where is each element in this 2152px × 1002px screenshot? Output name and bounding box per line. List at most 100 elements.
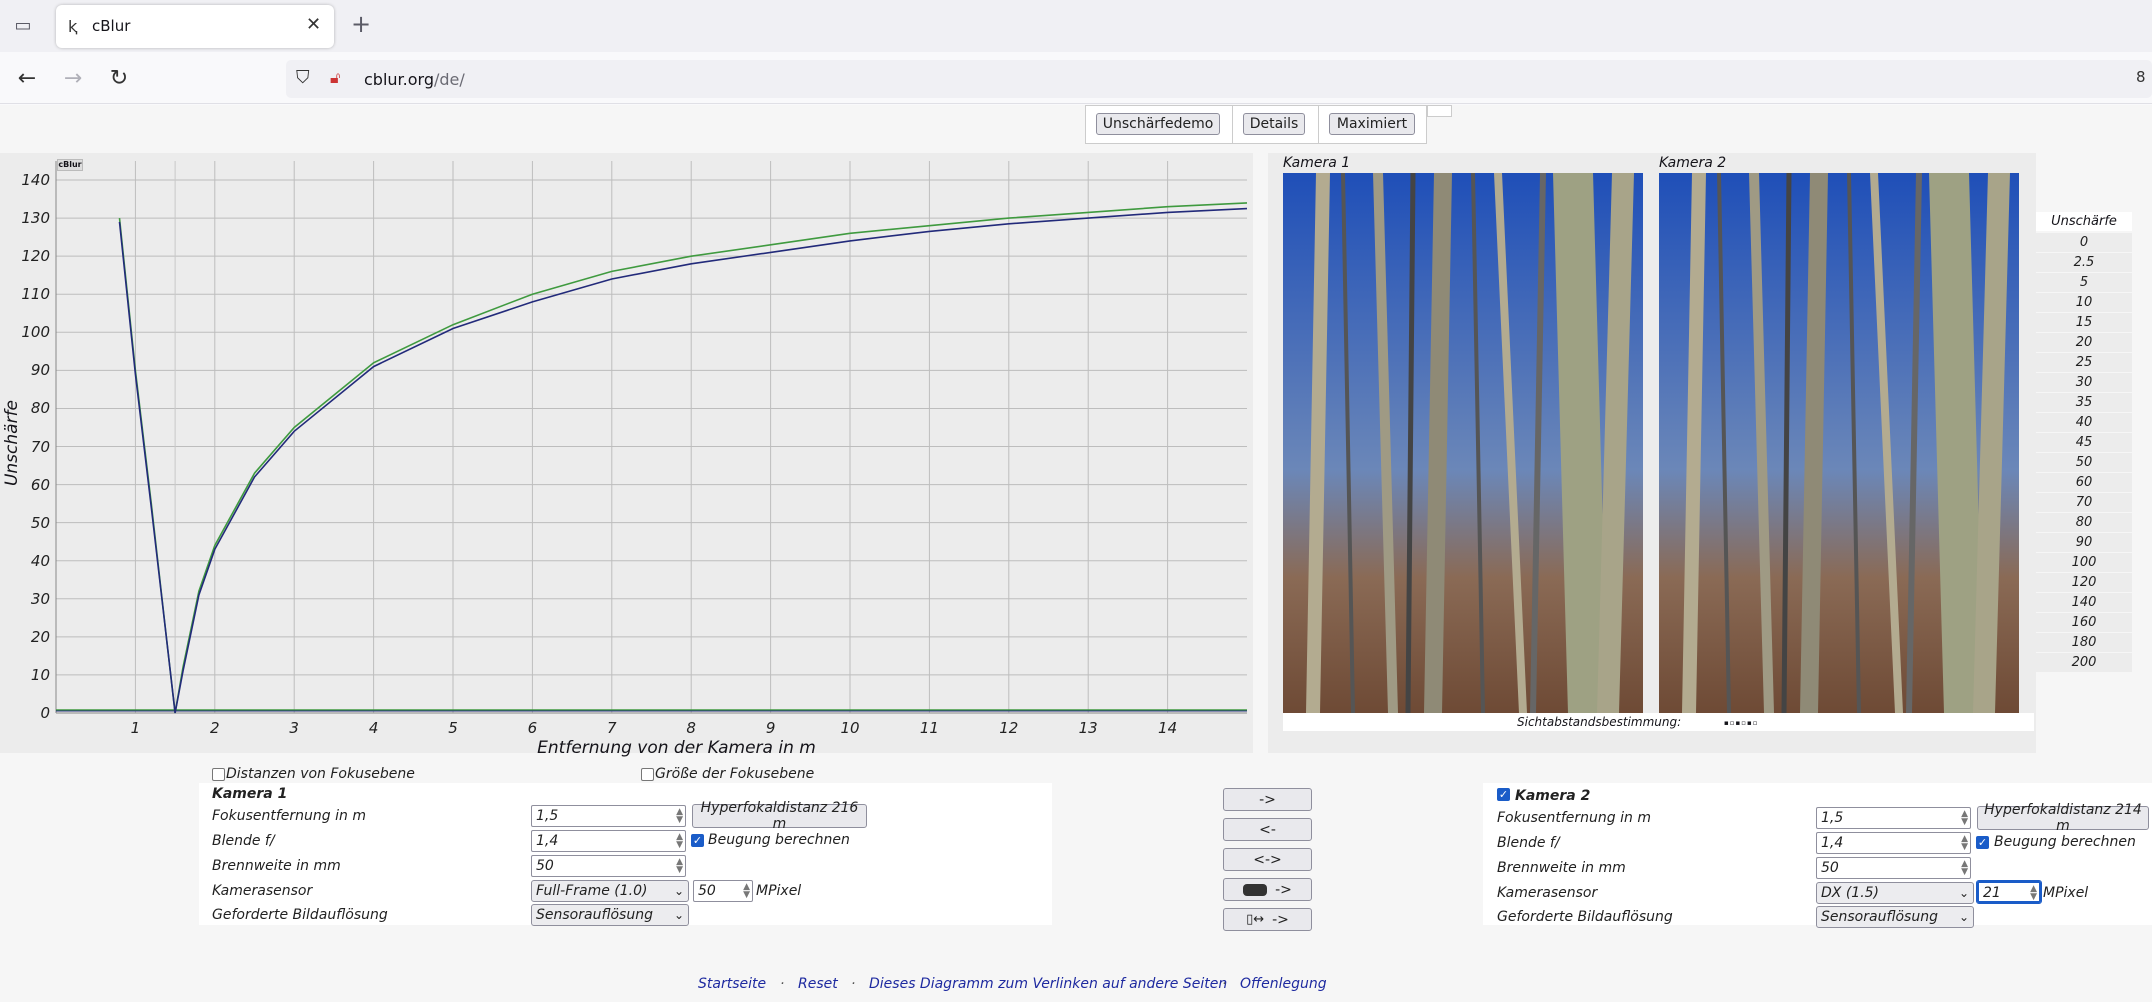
legend-title: Unschärfe [2036, 212, 2132, 231]
k1-aufl-label: Geforderte Bildauflösung [212, 907, 388, 923]
legend-value: 10 [2036, 293, 2132, 312]
legend-value: 15 [2036, 313, 2132, 332]
back-icon[interactable]: ← [12, 63, 42, 93]
legend-value: 20 [2036, 333, 2132, 352]
swap-button[interactable]: <-> [1223, 848, 1312, 871]
k2-blende-input[interactable]: 1,4 ▲ ▼ [1816, 832, 1971, 854]
x-tick-label: 8 [686, 719, 696, 737]
legend-value: 120 [2036, 573, 2132, 592]
url-host: cblur.org [364, 70, 434, 89]
x-axis-label: Entfernung von der Kamera in m [537, 738, 816, 758]
k1-fokus-input[interactable]: 1,5 ▲ ▼ [531, 805, 686, 827]
favicon-icon: ⱪ [68, 17, 78, 36]
unschaerfedemo-button[interactable]: Unschärfedemo [1096, 113, 1220, 135]
legend-value: 30 [2036, 373, 2132, 392]
y-tick-label: 50 [30, 513, 50, 532]
startseite-link[interactable]: Startseite [698, 976, 766, 992]
y-tick-label: 10 [30, 665, 50, 684]
distanzen-checkbox[interactable] [212, 768, 225, 781]
k2-brenn-input[interactable]: 50 ▲ ▼ [1816, 857, 1971, 879]
k2-sensor-select[interactable]: DX (1.5) ⌄ [1816, 882, 1974, 904]
camera2-image-title: Kamera 2 [1659, 155, 1727, 171]
reset-link[interactable]: Reset [798, 976, 838, 992]
legend-value: 140 [2036, 593, 2132, 612]
x-tick-label: 10 [840, 719, 860, 737]
k2-aufl-select[interactable]: Sensorauflösung ⌄ [1816, 906, 1974, 928]
offenlegung-link[interactable]: Offenlegung [1240, 976, 1327, 992]
x-tick-label: 2 [210, 719, 220, 737]
k1-mpix-label: MPixel [756, 883, 802, 899]
k1-beugung-label: Beugung berechnen [708, 832, 850, 848]
legend-value: 40 [2036, 413, 2132, 432]
k1-sensor-select[interactable]: Full-Frame (1.0) ⌄ [531, 880, 689, 902]
copy-right-button[interactable]: -> [1223, 788, 1312, 811]
k2-beugung-label: Beugung berechnen [1994, 834, 2136, 850]
k2-fokus-input[interactable]: 1,5 ▲ ▼ [1816, 807, 1971, 829]
k2-beugung-checkbox[interactable]: ✓ [1976, 836, 1989, 849]
legend-value: 25 [2036, 353, 2132, 372]
k1-fokus-label: Fokusentfernung in m [212, 808, 366, 824]
k2-blende-label: Blende f/ [1497, 835, 1560, 851]
legend-value: 5 [2036, 273, 2132, 292]
y-tick-label: 100 [21, 323, 50, 342]
spinner-icon[interactable]: ▲ ▼ [1961, 810, 1968, 827]
x-tick-label: 3 [289, 719, 299, 737]
chevron-down-icon: ⌄ [1958, 910, 1969, 924]
spinner-icon[interactable]: ▲ ▼ [1961, 835, 1968, 852]
x-tick-label: 14 [1158, 719, 1178, 737]
spinner-icon[interactable]: ▲ ▼ [676, 833, 683, 850]
maximiert-button[interactable]: Maximiert [1329, 113, 1415, 135]
x-tick-label: 1 [130, 719, 141, 737]
x-tick-label: 11 [919, 719, 939, 737]
spinner-icon[interactable]: ▲ ▼ [743, 883, 750, 900]
spinner-icon[interactable]: ▲ ▼ [676, 858, 683, 875]
y-tick-label: 40 [30, 551, 50, 570]
k1-aufl-select[interactable]: Sensorauflösung ⌄ [531, 904, 689, 926]
legend-value: 200 [2036, 653, 2132, 672]
kamera2-title: Kamera 2 [1515, 788, 1591, 804]
k1-mpix-input[interactable]: 50 ▲ ▼ [693, 880, 753, 902]
copy-left-button[interactable]: <- [1223, 818, 1312, 841]
groesse-checkbox[interactable] [641, 768, 654, 781]
k2-brenn-label: Brennweite in mm [1497, 860, 1626, 876]
k1-blende-label: Blende f/ [212, 833, 275, 849]
legend-value: 50 [2036, 453, 2132, 472]
chevron-down-icon: ⌄ [673, 908, 684, 922]
tab-list-icon[interactable]: ▭ [8, 10, 38, 40]
k1-beugung-checkbox[interactable]: ✓ [691, 834, 704, 847]
verlinken-link[interactable]: Dieses Diagramm zum Verlinken auf andere… [869, 976, 1227, 992]
x-tick-label: 13 [1078, 719, 1098, 737]
legend-value: 35 [2036, 393, 2132, 412]
spinner-icon[interactable]: ▲ ▼ [676, 808, 683, 825]
url-path: /de/ [433, 70, 465, 89]
lock-icon[interactable]: 🔓︎ [330, 68, 340, 88]
reload-icon[interactable]: ↻ [104, 63, 134, 93]
k1-brenn-input[interactable]: 50 ▲ ▼ [531, 855, 686, 877]
kamera1-title: Kamera 1 [212, 786, 288, 802]
y-tick-label: 110 [21, 285, 50, 304]
close-icon[interactable]: ✕ [306, 14, 321, 35]
new-tab-icon[interactable]: + [346, 9, 376, 39]
shield-icon[interactable]: ⛉ [296, 67, 310, 88]
camera1-image-title: Kamera 1 [1283, 155, 1351, 171]
spinner-icon[interactable]: ▲ ▼ [1961, 860, 1968, 877]
copy-person-button[interactable]: ▯↔ -> [1223, 908, 1312, 931]
kamera2-checkbox[interactable]: ✓ [1497, 788, 1510, 801]
legend-value: 180 [2036, 633, 2132, 652]
k2-hyperfokal-button[interactable]: Hyperfokaldistanz 214 m [1977, 802, 2149, 834]
k1-hyperfokal-button[interactable]: Hyperfokaldistanz 216 m [692, 800, 867, 832]
k2-sensor-label: Kamerasensor [1497, 885, 1598, 901]
legend-value: 100 [2036, 553, 2132, 572]
copy-camera-button[interactable]: -> [1223, 878, 1312, 901]
url-bar[interactable]: ⛉ 🔓︎ cblur.org/de/ [286, 60, 2152, 98]
groesse-label: Größe der Fokusebene [655, 766, 815, 782]
y-tick-label: 30 [30, 589, 50, 608]
forward-icon[interactable]: → [58, 63, 88, 93]
details-button[interactable]: Details [1243, 113, 1305, 135]
distanzen-label: Distanzen von Fokusebene [226, 766, 415, 782]
k2-mpix-input[interactable]: 21 ▲ ▼ [1976, 880, 2042, 904]
x-tick-label: 4 [368, 719, 379, 737]
tab-cblur[interactable]: ⱪ cBlur ✕ [56, 5, 334, 48]
spinner-icon[interactable]: ▲ ▼ [2030, 885, 2037, 902]
k1-blende-input[interactable]: 1,4 ▲ ▼ [531, 830, 686, 852]
